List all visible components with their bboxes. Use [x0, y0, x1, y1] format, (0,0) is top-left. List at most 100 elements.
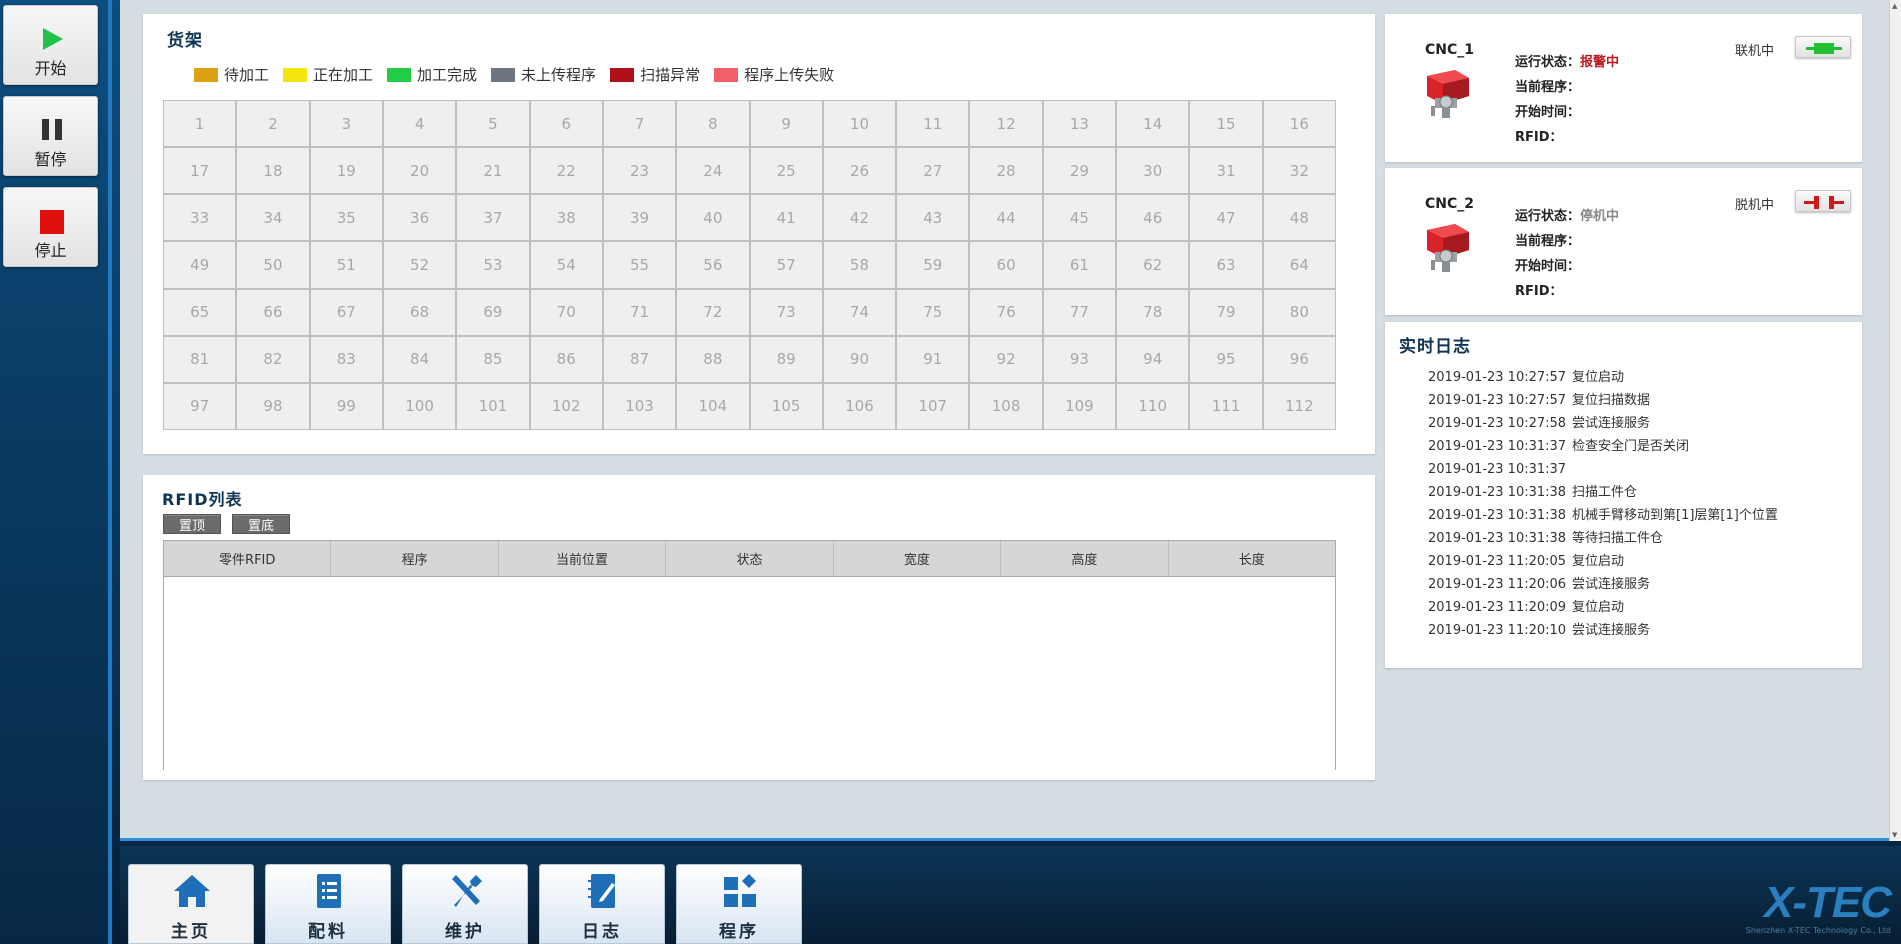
- shelf-cell[interactable]: 50: [237, 242, 309, 288]
- shelf-cell[interactable]: 72: [677, 289, 749, 335]
- shelf-cell[interactable]: 95: [1190, 336, 1262, 382]
- shelf-cell[interactable]: 52: [383, 242, 456, 288]
- shelf-cell[interactable]: 59: [897, 242, 969, 288]
- shelf-cell[interactable]: 86: [530, 336, 602, 382]
- column-header[interactable]: 当前位置: [499, 541, 667, 576]
- move-bottom-button[interactable]: 置底: [232, 514, 290, 534]
- shelf-cell[interactable]: 8: [677, 101, 749, 147]
- shelf-cell[interactable]: 9: [750, 101, 822, 147]
- shelf-cell[interactable]: 73: [750, 289, 822, 335]
- shelf-cell[interactable]: 88: [677, 336, 749, 382]
- shelf-cell[interactable]: 57: [750, 242, 822, 288]
- scroll-down-icon[interactable]: ▼: [1892, 831, 1897, 839]
- shelf-cell[interactable]: 16: [1263, 101, 1335, 147]
- shelf-cell[interactable]: 47: [1190, 195, 1262, 241]
- shelf-cell[interactable]: 110: [1117, 383, 1189, 429]
- shelf-cell[interactable]: 89: [750, 336, 822, 382]
- shelf-cell[interactable]: 40: [677, 195, 749, 241]
- shelf-cell[interactable]: 5: [457, 101, 529, 147]
- shelf-cell[interactable]: 108: [970, 383, 1042, 429]
- shelf-cell[interactable]: 97: [164, 383, 236, 429]
- shelf-cell[interactable]: 81: [164, 336, 236, 382]
- scrollbar[interactable]: ▲ ▼: [1889, 0, 1901, 841]
- column-header[interactable]: 状态: [666, 541, 834, 576]
- shelf-cell[interactable]: 99: [310, 383, 382, 429]
- shelf-cell[interactable]: 38: [530, 195, 602, 241]
- shelf-cell[interactable]: 109: [1043, 383, 1116, 429]
- shelf-cell[interactable]: 22: [530, 148, 602, 194]
- nav-program[interactable]: 程序: [676, 864, 802, 944]
- shelf-cell[interactable]: 105: [750, 383, 822, 429]
- shelf-cell[interactable]: 69: [457, 289, 529, 335]
- move-top-button[interactable]: 置顶: [163, 514, 221, 534]
- shelf-cell[interactable]: 61: [1043, 242, 1116, 288]
- shelf-cell[interactable]: 58: [823, 242, 896, 288]
- shelf-cell[interactable]: 74: [823, 289, 896, 335]
- shelf-cell[interactable]: 24: [677, 148, 749, 194]
- shelf-cell[interactable]: 26: [823, 148, 896, 194]
- pause-button[interactable]: 暂停: [3, 96, 98, 176]
- shelf-cell[interactable]: 44: [970, 195, 1042, 241]
- shelf-cell[interactable]: 85: [457, 336, 529, 382]
- shelf-cell[interactable]: 29: [1043, 148, 1116, 194]
- shelf-cell[interactable]: 41: [750, 195, 822, 241]
- shelf-cell[interactable]: 93: [1043, 336, 1116, 382]
- shelf-cell[interactable]: 21: [457, 148, 529, 194]
- shelf-cell[interactable]: 54: [530, 242, 602, 288]
- shelf-cell[interactable]: 70: [530, 289, 602, 335]
- shelf-cell[interactable]: 80: [1263, 289, 1335, 335]
- shelf-cell[interactable]: 78: [1117, 289, 1189, 335]
- shelf-cell[interactable]: 67: [310, 289, 382, 335]
- rfid-table[interactable]: 零件RFID 程序 当前位置 状态 宽度 高度 长度: [163, 540, 1336, 770]
- shelf-cell[interactable]: 90: [823, 336, 896, 382]
- scroll-up-icon[interactable]: ▲: [1892, 2, 1897, 10]
- shelf-cell[interactable]: 6: [530, 101, 602, 147]
- shelf-cell[interactable]: 11: [897, 101, 969, 147]
- shelf-cell[interactable]: 43: [897, 195, 969, 241]
- shelf-cell[interactable]: 106: [823, 383, 896, 429]
- shelf-cell[interactable]: 18: [237, 148, 309, 194]
- shelf-cell[interactable]: 1: [164, 101, 236, 147]
- shelf-cell[interactable]: 84: [383, 336, 456, 382]
- shelf-cell[interactable]: 101: [457, 383, 529, 429]
- connect-toggle-button[interactable]: [1795, 190, 1851, 212]
- shelf-cell[interactable]: 104: [677, 383, 749, 429]
- shelf-cell[interactable]: 27: [897, 148, 969, 194]
- shelf-cell[interactable]: 3: [310, 101, 382, 147]
- shelf-cell[interactable]: 45: [1043, 195, 1116, 241]
- shelf-cell[interactable]: 100: [383, 383, 456, 429]
- shelf-cell[interactable]: 36: [383, 195, 456, 241]
- shelf-cell[interactable]: 63: [1190, 242, 1262, 288]
- shelf-cell[interactable]: 20: [383, 148, 456, 194]
- shelf-cell[interactable]: 25: [750, 148, 822, 194]
- shelf-cell[interactable]: 96: [1263, 336, 1335, 382]
- shelf-cell[interactable]: 37: [457, 195, 529, 241]
- shelf-cell[interactable]: 112: [1263, 383, 1335, 429]
- column-header[interactable]: 高度: [1001, 541, 1169, 576]
- stop-button[interactable]: 停止: [3, 187, 98, 267]
- shelf-cell[interactable]: 48: [1263, 195, 1335, 241]
- shelf-cell[interactable]: 12: [970, 101, 1042, 147]
- column-header[interactable]: 长度: [1169, 541, 1335, 576]
- shelf-cell[interactable]: 30: [1117, 148, 1189, 194]
- shelf-cell[interactable]: 2: [237, 101, 309, 147]
- shelf-cell[interactable]: 66: [237, 289, 309, 335]
- shelf-cell[interactable]: 39: [603, 195, 676, 241]
- shelf-cell[interactable]: 55: [603, 242, 676, 288]
- shelf-cell[interactable]: 56: [677, 242, 749, 288]
- shelf-cell[interactable]: 111: [1190, 383, 1262, 429]
- shelf-cell[interactable]: 65: [164, 289, 236, 335]
- shelf-cell[interactable]: 87: [603, 336, 676, 382]
- shelf-cell[interactable]: 35: [310, 195, 382, 241]
- shelf-cell[interactable]: 71: [603, 289, 676, 335]
- shelf-cell[interactable]: 10: [823, 101, 896, 147]
- start-button[interactable]: 开始: [3, 5, 98, 85]
- shelf-cell[interactable]: 92: [970, 336, 1042, 382]
- shelf-cell[interactable]: 51: [310, 242, 382, 288]
- shelf-cell[interactable]: 14: [1117, 101, 1189, 147]
- shelf-cell[interactable]: 107: [897, 383, 969, 429]
- shelf-cell[interactable]: 77: [1043, 289, 1116, 335]
- shelf-cell[interactable]: 23: [603, 148, 676, 194]
- column-header[interactable]: 宽度: [834, 541, 1002, 576]
- column-header[interactable]: 程序: [331, 541, 499, 576]
